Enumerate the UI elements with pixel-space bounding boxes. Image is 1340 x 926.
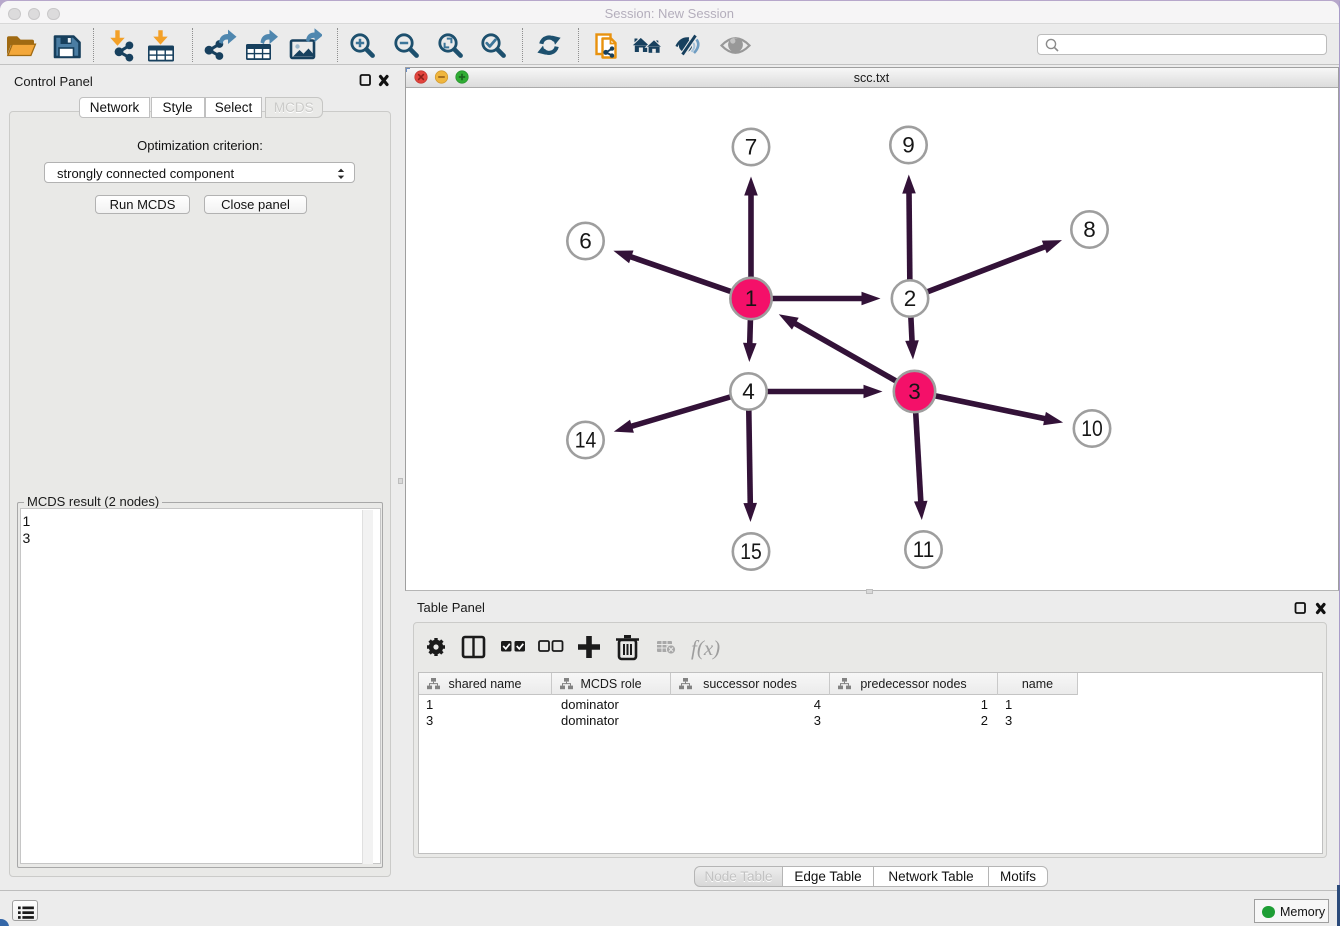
svg-text:4: 4 bbox=[742, 379, 755, 404]
svg-text:11: 11 bbox=[912, 537, 934, 562]
svg-text:7: 7 bbox=[744, 134, 757, 159]
svg-text:f(x): f(x) bbox=[691, 636, 720, 660]
svg-text:6: 6 bbox=[579, 228, 592, 253]
svg-text:2: 2 bbox=[903, 286, 916, 311]
svg-text:15: 15 bbox=[740, 539, 762, 564]
svg-text:14: 14 bbox=[574, 427, 596, 452]
svg-text:1: 1 bbox=[744, 286, 757, 311]
svg-text:9: 9 bbox=[902, 132, 915, 157]
svg-text:8: 8 bbox=[1083, 217, 1096, 242]
svg-text:10: 10 bbox=[1081, 416, 1103, 441]
svg-text:3: 3 bbox=[908, 379, 921, 404]
